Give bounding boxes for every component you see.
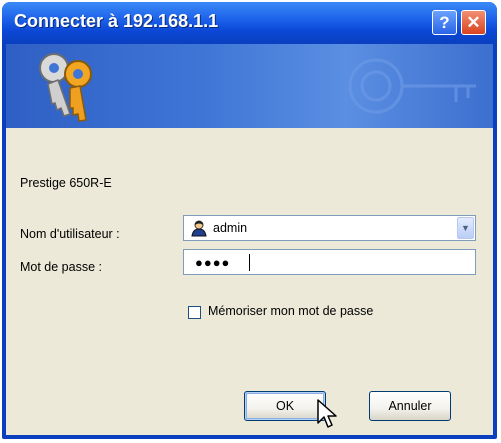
banner-decoration xyxy=(348,58,476,114)
text-caret xyxy=(249,254,250,271)
cancel-button-label: Annuler xyxy=(388,399,432,413)
device-name-label: Prestige 650R-E xyxy=(20,176,112,190)
dropdown-arrow-button[interactable]: ▼ xyxy=(457,217,474,239)
header-banner xyxy=(6,44,493,128)
close-icon: ✕ xyxy=(466,12,481,32)
username-value: admin xyxy=(213,221,248,235)
keys-icon xyxy=(39,53,92,122)
title-bar[interactable]: Connecter à 192.168.1.1 ? ✕ xyxy=(2,2,497,44)
login-dialog-window: Connecter à 192.168.1.1 ? ✕ Prestige 650… xyxy=(2,2,497,439)
username-combobox[interactable]: admin ▼ xyxy=(183,215,476,241)
password-label: Mot de passe : xyxy=(20,260,102,274)
password-field[interactable]: ●●●● xyxy=(183,249,476,275)
user-icon xyxy=(191,220,207,237)
mouse-cursor-icon xyxy=(317,399,337,428)
ok-button[interactable]: OK xyxy=(244,391,326,421)
dialog-body: Prestige 650R-E Nom d'utilisateur : admi… xyxy=(6,44,493,435)
password-masked-value: ●●●● xyxy=(195,255,231,270)
username-label: Nom d'utilisateur : xyxy=(20,227,120,241)
cancel-button[interactable]: Annuler xyxy=(369,391,451,421)
window-title: Connecter à 192.168.1.1 xyxy=(14,11,219,31)
help-button[interactable]: ? xyxy=(432,10,457,35)
close-button[interactable]: ✕ xyxy=(461,10,486,35)
remember-password-label[interactable]: Mémoriser mon mot de passe xyxy=(208,304,373,318)
ok-button-label: OK xyxy=(275,399,295,413)
chevron-down-icon: ▼ xyxy=(461,223,470,233)
remember-password-checkbox[interactable] xyxy=(188,306,201,319)
help-icon: ? xyxy=(439,12,450,32)
